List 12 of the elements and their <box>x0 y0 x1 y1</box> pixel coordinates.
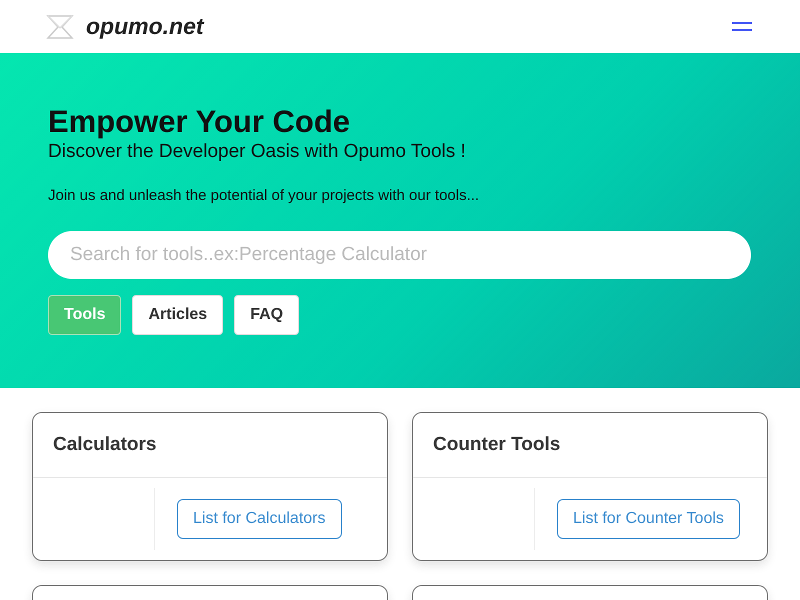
tab[interactable]: FAQ <box>234 295 300 335</box>
search-field[interactable]: Search for tools..ex:Percentage Calculator <box>48 231 751 279</box>
tab[interactable]: Articles <box>132 295 224 335</box>
menu-icon[interactable] <box>732 22 752 31</box>
hero-subtitle: Discover the Developer Oasis with Opumo Tools ! <box>48 141 467 163</box>
card-title: Calculators <box>33 413 387 478</box>
site-name[interactable]: opumo.net <box>86 13 204 40</box>
list-button[interactable]: List for Counter Tools <box>557 499 740 539</box>
hero-tagline: Join us and unleash the potential of your projects with our tools... <box>48 187 480 204</box>
card-title: Counter Tools <box>413 413 767 478</box>
list-button[interactable]: List for Calculators <box>177 499 342 539</box>
hero-title: Empower Your Code <box>48 105 352 139</box>
